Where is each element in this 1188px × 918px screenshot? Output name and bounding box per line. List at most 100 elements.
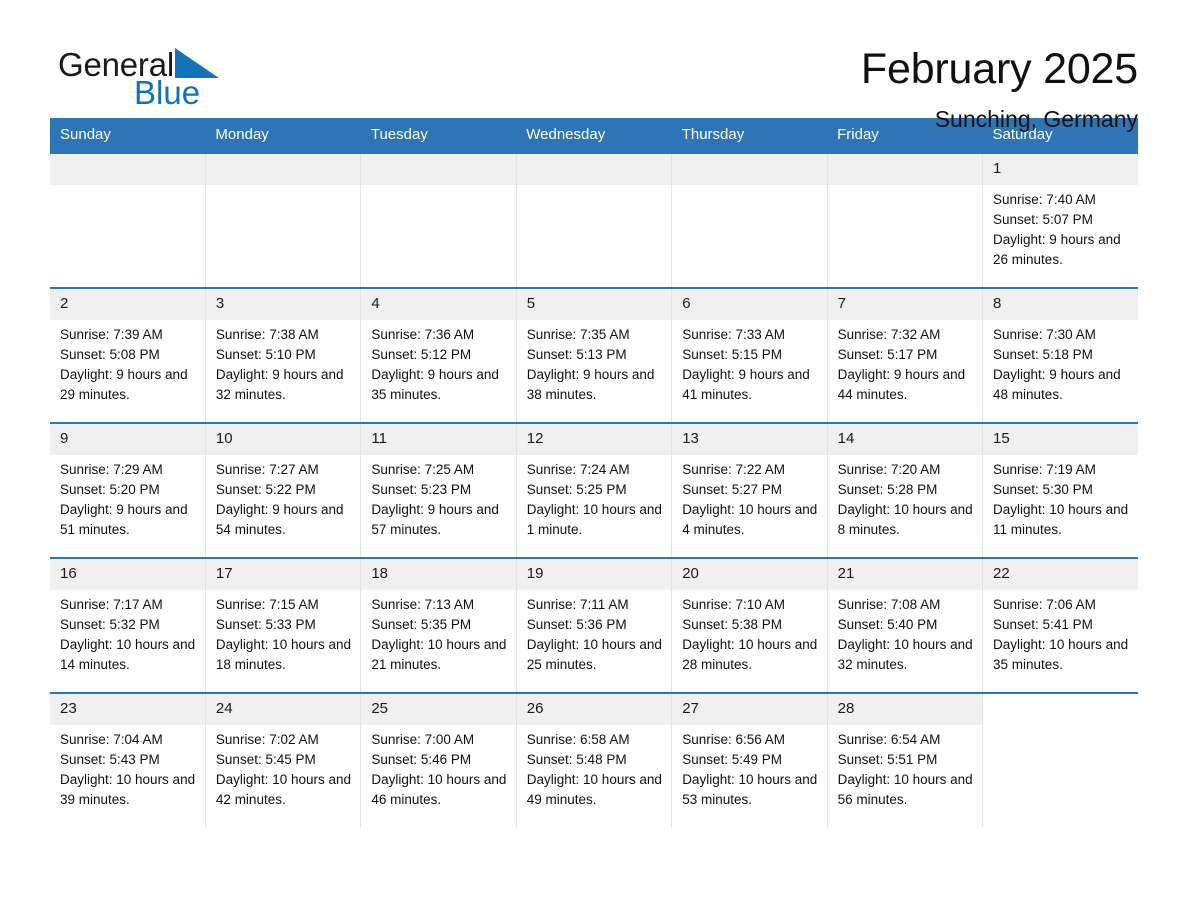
sunrise-text: Sunrise: 6:56 AM [682,732,785,747]
calendar-day-cell[interactable]: 25 Sunrise: 7:00 AM Sunset: 5:46 PM Dayligh… [360,692,517,827]
calendar-day-cell[interactable]: 6 Sunrise: 7:33 AM Sunset: 5:15 PM Daylight… [671,287,828,423]
calendar-day-cell[interactable]: 20 Sunrise: 7:10 AM Sunset: 5:38 PM Dayligh… [671,557,828,693]
calendar-day-cell[interactable]: 10 Sunrise: 7:27 AM Sunset: 5:22 PM Dayligh… [205,422,362,558]
day-number [516,154,672,185]
sunset-text: Sunset: 5:36 PM [526,617,627,632]
calendar-day-cell[interactable]: 7 Sunrise: 7:32 AM Sunset: 5:17 PM Daylight… [827,287,984,423]
day-number: 8 [983,289,1138,320]
sunrise-text: Sunrise: 7:22 AM [682,462,785,477]
sunrise-text: Sunrise: 7:39 AM [60,327,163,342]
day-details: Sunrise: 7:10 AM Sunset: 5:38 PM Daylight:… [672,590,826,675]
day-number: 15 [983,424,1138,455]
day-number: 4 [361,289,516,320]
day-details: Sunrise: 7:19 AM Sunset: 5:30 PM Daylight:… [983,455,1138,540]
sunset-text: Sunset: 5:30 PM [993,482,1093,497]
daylight-text: Daylight: 9 hours and 48 minutes. [993,367,1121,402]
sunset-text: Sunset: 5:07 PM [993,212,1093,227]
daylight-text: Daylight: 9 hours and 29 minutes. [60,367,188,402]
calendar-empty-cell [205,152,362,288]
day-details: Sunrise: 7:17 AM Sunset: 5:32 PM Daylight:… [50,590,205,675]
calendar-day-cell[interactable]: 17 Sunrise: 7:15 AM Sunset: 5:33 PM Dayligh… [205,557,362,693]
calendar-day-cell[interactable]: 26 Sunrise: 6:58 AM Sunset: 5:48 PM Dayligh… [516,692,673,827]
calendar-day-cell[interactable]: 23 Sunrise: 7:04 AM Sunset: 5:43 PM Dayligh… [50,692,206,827]
day-details: Sunrise: 7:32 AM Sunset: 5:17 PM Daylight:… [828,320,982,405]
daylight-text: Daylight: 10 hours and 28 minutes. [682,637,818,672]
daylight-text: Daylight: 9 hours and 35 minutes. [371,367,499,402]
sunrise-text: Sunrise: 7:15 AM [215,597,319,612]
day-number: 23 [50,694,205,725]
sunset-text: Sunset: 5:10 PM [215,347,316,362]
calendar-day-cell[interactable]: 15 Sunrise: 7:19 AM Sunset: 5:30 PM Dayligh… [982,422,1138,558]
calendar-day-cell[interactable]: 28 Sunrise: 6:54 AM Sunset: 5:51 PM Dayligh… [827,692,984,827]
calendar-day-cell[interactable]: 27 Sunrise: 6:56 AM Sunset: 5:49 PM Dayligh… [671,692,828,827]
daylight-text: Daylight: 10 hours and 39 minutes. [60,772,196,807]
calendar-day-cell[interactable]: 11 Sunrise: 7:25 AM Sunset: 5:23 PM Dayligh… [360,422,517,558]
sunset-text: Sunset: 5:40 PM [837,617,938,632]
day-details: Sunrise: 7:25 AM Sunset: 5:23 PM Daylight:… [361,455,515,540]
calendar-day-cell[interactable]: 4 Sunrise: 7:36 AM Sunset: 5:12 PM Daylight… [360,287,517,423]
calendar-week-row: 16 Sunrise: 7:17 AM Sunset: 5:32 PM Dayligh… [50,557,1138,693]
day-details: Sunrise: 7:24 AM Sunset: 5:25 PM Daylight:… [517,455,671,540]
sunset-text: Sunset: 5:13 PM [526,347,627,362]
calendar-day-cell[interactable]: 5 Sunrise: 7:35 AM Sunset: 5:13 PM Daylight… [516,287,673,423]
calendar-day-cell[interactable]: 13 Sunrise: 7:22 AM Sunset: 5:27 PM Dayligh… [671,422,828,558]
daylight-text: Daylight: 10 hours and 4 minutes. [682,502,818,537]
calendar-day-cell[interactable]: 12 Sunrise: 7:24 AM Sunset: 5:25 PM Dayligh… [516,422,673,558]
calendar-week-row: 1 Sunrise: 7:40 AM Sunset: 5:07 PM Daylight… [50,152,1138,288]
calendar-body: 1 Sunrise: 7:40 AM Sunset: 5:07 PM Daylight… [50,152,1138,827]
daylight-text: Daylight: 10 hours and 35 minutes. [993,637,1129,672]
calendar-day-cell[interactable]: 2 Sunrise: 7:39 AM Sunset: 5:08 PM Daylight… [50,287,206,423]
daylight-text: Daylight: 9 hours and 26 minutes. [993,232,1121,267]
sunset-text: Sunset: 5:35 PM [371,617,472,632]
weekday-header-monday: Monday [205,118,361,153]
day-number [983,694,1138,725]
day-number: 7 [827,289,983,320]
sunset-text: Sunset: 5:33 PM [215,617,316,632]
sunset-text: Sunset: 5:22 PM [215,482,316,497]
daylight-text: Daylight: 10 hours and 32 minutes. [837,637,973,672]
sunset-text: Sunset: 5:27 PM [682,482,782,497]
calendar-day-cell[interactable]: 22 Sunrise: 7:06 AM Sunset: 5:41 PM Dayligh… [982,557,1138,693]
day-details: Sunrise: 7:00 AM Sunset: 5:46 PM Daylight:… [361,725,515,810]
day-details: Sunrise: 6:56 AM Sunset: 5:49 PM Daylight:… [672,725,826,810]
calendar-empty-cell [516,152,673,288]
day-number: 9 [50,424,205,455]
day-details: Sunrise: 7:38 AM Sunset: 5:10 PM Daylight:… [206,320,360,405]
day-number: 1 [983,154,1138,185]
calendar-day-cell[interactable]: 24 Sunrise: 7:02 AM Sunset: 5:45 PM Dayligh… [205,692,362,827]
calendar-day-cell[interactable]: 19 Sunrise: 7:11 AM Sunset: 5:36 PM Dayligh… [516,557,673,693]
day-details: Sunrise: 7:40 AM Sunset: 5:07 PM Daylight:… [983,185,1138,270]
logo-text-blue: Blue [134,74,201,111]
day-details: Sunrise: 6:58 AM Sunset: 5:48 PM Daylight:… [517,725,671,810]
day-number: 16 [50,559,205,590]
sunset-text: Sunset: 5:12 PM [371,347,472,362]
daylight-text: Daylight: 10 hours and 14 minutes. [60,637,196,672]
sunrise-text: Sunrise: 7:00 AM [371,732,475,747]
day-details: Sunrise: 7:29 AM Sunset: 5:20 PM Daylight:… [50,455,205,540]
day-details: Sunrise: 7:02 AM Sunset: 5:45 PM Daylight:… [206,725,360,810]
calendar-day-cell[interactable]: 16 Sunrise: 7:17 AM Sunset: 5:32 PM Dayligh… [50,557,206,693]
sunset-text: Sunset: 5:45 PM [215,752,316,767]
day-number: 6 [672,289,827,320]
calendar-day-cell[interactable]: 18 Sunrise: 7:13 AM Sunset: 5:35 PM Dayligh… [360,557,517,693]
calendar-day-cell[interactable]: 21 Sunrise: 7:08 AM Sunset: 5:40 PM Dayligh… [827,557,984,693]
calendar-day-cell[interactable]: 9 Sunrise: 7:29 AM Sunset: 5:20 PM Daylight… [50,422,206,558]
calendar-day-cell[interactable]: 14 Sunrise: 7:20 AM Sunset: 5:28 PM Dayligh… [827,422,984,558]
sunrise-text: Sunrise: 7:36 AM [371,327,475,342]
day-details: Sunrise: 7:20 AM Sunset: 5:28 PM Daylight:… [828,455,982,540]
sunset-text: Sunset: 5:28 PM [837,482,938,497]
day-number: 17 [205,559,361,590]
calendar-day-cell[interactable]: 1 Sunrise: 7:40 AM Sunset: 5:07 PM Daylight… [982,152,1138,288]
sunset-text: Sunset: 5:51 PM [837,752,938,767]
calendar-day-cell[interactable]: 8 Sunrise: 7:30 AM Sunset: 5:18 PM Daylight… [982,287,1138,423]
sunset-text: Sunset: 5:08 PM [60,347,160,362]
calendar-table: Sunday Monday Tuesday Wednesday Thursday… [50,118,1138,827]
day-number [827,154,983,185]
day-details: Sunrise: 7:39 AM Sunset: 5:08 PM Daylight:… [50,320,205,405]
day-number: 12 [516,424,672,455]
day-details: Sunrise: 7:30 AM Sunset: 5:18 PM Daylight:… [983,320,1138,405]
daylight-text: Daylight: 9 hours and 32 minutes. [215,367,344,402]
calendar-day-cell[interactable]: 3 Sunrise: 7:38 AM Sunset: 5:10 PM Daylight… [205,287,362,423]
daylight-text: Daylight: 9 hours and 44 minutes. [837,367,966,402]
sunrise-text: Sunrise: 7:25 AM [371,462,475,477]
